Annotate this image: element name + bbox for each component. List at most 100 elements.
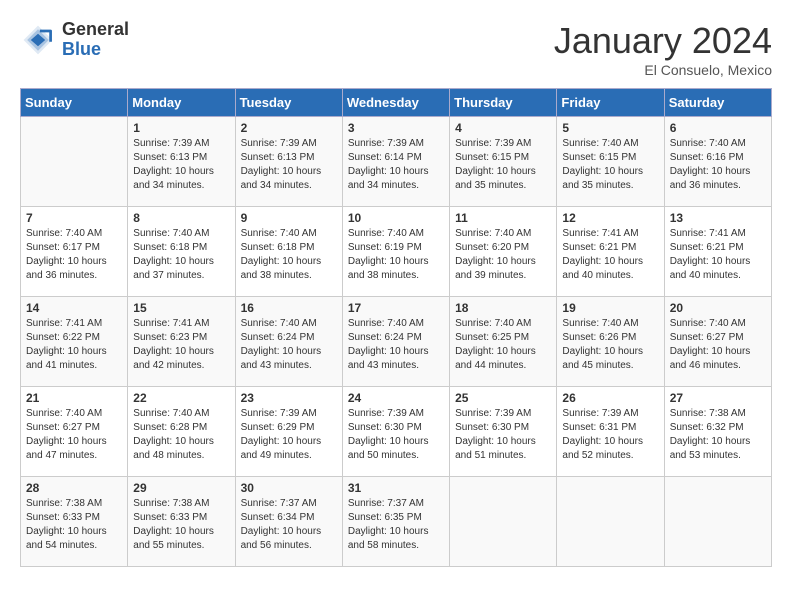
day-number: 17: [348, 301, 444, 315]
day-cell: 18Sunrise: 7:40 AMSunset: 6:25 PMDayligh…: [450, 297, 557, 387]
day-cell: 16 Sunrise: 7:40 AMSunset: 6:24 PMDayligh…: [235, 297, 342, 387]
day-number: 3: [348, 121, 444, 135]
day-info: Sunrise: 7:41 AMSunset: 6:21 PMDaylight:…: [562, 227, 658, 283]
day-number: 21: [26, 391, 122, 405]
day-number: 31: [348, 481, 444, 495]
day-cell: 29Sunrise: 7:38 AMSunset: 6:33 PMDayligh…: [128, 477, 235, 567]
day-cell: 15 Sunrise: 7:41 AMSunset: 6:23 PMDayligh…: [128, 297, 235, 387]
day-cell: 28Sunrise: 7:38 AMSunset: 6:33 PMDayligh…: [21, 477, 128, 567]
day-number: 26: [562, 391, 658, 405]
day-cell: 13Sunrise: 7:41 AMSunset: 6:21 PMDayligh…: [664, 207, 771, 297]
day-info: Sunrise: 7:40 AMSunset: 6:27 PMDaylight:…: [670, 317, 766, 373]
day-number: 27: [670, 391, 766, 405]
day-cell: 11 Sunrise: 7:40 AMSunset: 6:20 PMDayligh…: [450, 207, 557, 297]
day-cell: 17 Sunrise: 7:40 AMSunset: 6:24 PMDayligh…: [342, 297, 449, 387]
logo-icon: [20, 22, 56, 58]
day-info: Sunrise: 7:40 AMSunset: 6:24 PMDaylight:…: [241, 317, 337, 373]
day-cell: 20 Sunrise: 7:40 AMSunset: 6:27 PMDayligh…: [664, 297, 771, 387]
day-cell: [450, 477, 557, 567]
day-number: 7: [26, 211, 122, 225]
day-info: Sunrise: 7:37 AMSunset: 6:34 PMDaylight:…: [241, 497, 337, 553]
day-info: Sunrise: 7:39 AMSunset: 6:30 PMDaylight:…: [348, 407, 444, 463]
week-row-5: 28Sunrise: 7:38 AMSunset: 6:33 PMDayligh…: [21, 477, 772, 567]
day-number: 16: [241, 301, 337, 315]
day-info: Sunrise: 7:41 AMSunset: 6:23 PMDaylight:…: [133, 317, 229, 373]
day-cell: [664, 477, 771, 567]
day-cell: 25Sunrise: 7:39 AMSunset: 6:30 PMDayligh…: [450, 387, 557, 477]
day-cell: 4 Sunrise: 7:39 AMSunset: 6:15 PMDaylight…: [450, 117, 557, 207]
column-header-tuesday: Tuesday: [235, 89, 342, 117]
day-info: Sunrise: 7:39 AMSunset: 6:13 PMDaylight:…: [241, 137, 337, 193]
day-cell: 24 Sunrise: 7:39 AMSunset: 6:30 PMDayligh…: [342, 387, 449, 477]
day-number: 28: [26, 481, 122, 495]
column-header-thursday: Thursday: [450, 89, 557, 117]
day-cell: 2 Sunrise: 7:39 AMSunset: 6:13 PMDaylight…: [235, 117, 342, 207]
logo-blue: Blue: [62, 40, 129, 60]
day-number: 2: [241, 121, 337, 135]
month-title: January 2024: [554, 20, 772, 62]
day-number: 9: [241, 211, 337, 225]
day-cell: 22Sunrise: 7:40 AMSunset: 6:28 PMDayligh…: [128, 387, 235, 477]
column-header-sunday: Sunday: [21, 89, 128, 117]
day-number: 4: [455, 121, 551, 135]
day-info: Sunrise: 7:40 AMSunset: 6:19 PMDaylight:…: [348, 227, 444, 283]
day-number: 30: [241, 481, 337, 495]
day-info: Sunrise: 7:38 AMSunset: 6:32 PMDaylight:…: [670, 407, 766, 463]
day-cell: 14Sunrise: 7:41 AMSunset: 6:22 PMDayligh…: [21, 297, 128, 387]
day-info: Sunrise: 7:40 AMSunset: 6:25 PMDaylight:…: [455, 317, 551, 373]
day-cell: 30 Sunrise: 7:37 AMSunset: 6:34 PMDayligh…: [235, 477, 342, 567]
day-info: Sunrise: 7:39 AMSunset: 6:29 PMDaylight:…: [241, 407, 337, 463]
day-cell: 10 Sunrise: 7:40 AMSunset: 6:19 PMDayligh…: [342, 207, 449, 297]
calendar-table: SundayMondayTuesdayWednesdayThursdayFrid…: [20, 88, 772, 567]
day-cell: 9 Sunrise: 7:40 AMSunset: 6:18 PMDaylight…: [235, 207, 342, 297]
day-number: 14: [26, 301, 122, 315]
day-number: 5: [562, 121, 658, 135]
day-info: Sunrise: 7:39 AMSunset: 6:14 PMDaylight:…: [348, 137, 444, 193]
day-info: Sunrise: 7:40 AMSunset: 6:16 PMDaylight:…: [670, 137, 766, 193]
logo-general: General: [62, 20, 129, 40]
logo-text: General Blue: [62, 20, 129, 60]
day-number: 15: [133, 301, 229, 315]
day-number: 20: [670, 301, 766, 315]
day-info: Sunrise: 7:40 AMSunset: 6:24 PMDaylight:…: [348, 317, 444, 373]
day-number: 8: [133, 211, 229, 225]
day-cell: 8 Sunrise: 7:40 AMSunset: 6:18 PMDaylight…: [128, 207, 235, 297]
day-info: Sunrise: 7:39 AMSunset: 6:13 PMDaylight:…: [133, 137, 229, 193]
week-row-3: 14Sunrise: 7:41 AMSunset: 6:22 PMDayligh…: [21, 297, 772, 387]
page-header: General Blue January 2024 El Consuelo, M…: [20, 20, 772, 78]
day-number: 22: [133, 391, 229, 405]
week-row-1: 1 Sunrise: 7:39 AMSunset: 6:13 PMDaylight…: [21, 117, 772, 207]
day-info: Sunrise: 7:39 AMSunset: 6:30 PMDaylight:…: [455, 407, 551, 463]
day-cell: 3 Sunrise: 7:39 AMSunset: 6:14 PMDaylight…: [342, 117, 449, 207]
day-cell: 26 Sunrise: 7:39 AMSunset: 6:31 PMDayligh…: [557, 387, 664, 477]
day-number: 12: [562, 211, 658, 225]
column-header-monday: Monday: [128, 89, 235, 117]
day-cell: [21, 117, 128, 207]
day-info: Sunrise: 7:37 AMSunset: 6:35 PMDaylight:…: [348, 497, 444, 553]
day-number: 11: [455, 211, 551, 225]
day-info: Sunrise: 7:40 AMSunset: 6:26 PMDaylight:…: [562, 317, 658, 373]
day-cell: 27 Sunrise: 7:38 AMSunset: 6:32 PMDayligh…: [664, 387, 771, 477]
day-info: Sunrise: 7:41 AMSunset: 6:21 PMDaylight:…: [670, 227, 766, 283]
week-row-4: 21 Sunrise: 7:40 AMSunset: 6:27 PMDayligh…: [21, 387, 772, 477]
day-number: 1: [133, 121, 229, 135]
day-cell: 1 Sunrise: 7:39 AMSunset: 6:13 PMDaylight…: [128, 117, 235, 207]
day-number: 10: [348, 211, 444, 225]
day-info: Sunrise: 7:40 AMSunset: 6:20 PMDaylight:…: [455, 227, 551, 283]
day-info: Sunrise: 7:40 AMSunset: 6:27 PMDaylight:…: [26, 407, 122, 463]
day-number: 23: [241, 391, 337, 405]
day-info: Sunrise: 7:40 AMSunset: 6:17 PMDaylight:…: [26, 227, 122, 283]
location-subtitle: El Consuelo, Mexico: [554, 62, 772, 78]
day-info: Sunrise: 7:40 AMSunset: 6:18 PMDaylight:…: [241, 227, 337, 283]
day-cell: 23 Sunrise: 7:39 AMSunset: 6:29 PMDayligh…: [235, 387, 342, 477]
day-info: Sunrise: 7:39 AMSunset: 6:15 PMDaylight:…: [455, 137, 551, 193]
day-cell: 12 Sunrise: 7:41 AMSunset: 6:21 PMDayligh…: [557, 207, 664, 297]
day-info: Sunrise: 7:40 AMSunset: 6:18 PMDaylight:…: [133, 227, 229, 283]
day-number: 24: [348, 391, 444, 405]
day-cell: 31 Sunrise: 7:37 AMSunset: 6:35 PMDayligh…: [342, 477, 449, 567]
day-cell: 5Sunrise: 7:40 AMSunset: 6:15 PMDaylight…: [557, 117, 664, 207]
column-header-wednesday: Wednesday: [342, 89, 449, 117]
column-header-saturday: Saturday: [664, 89, 771, 117]
day-info: Sunrise: 7:39 AMSunset: 6:31 PMDaylight:…: [562, 407, 658, 463]
day-number: 19: [562, 301, 658, 315]
